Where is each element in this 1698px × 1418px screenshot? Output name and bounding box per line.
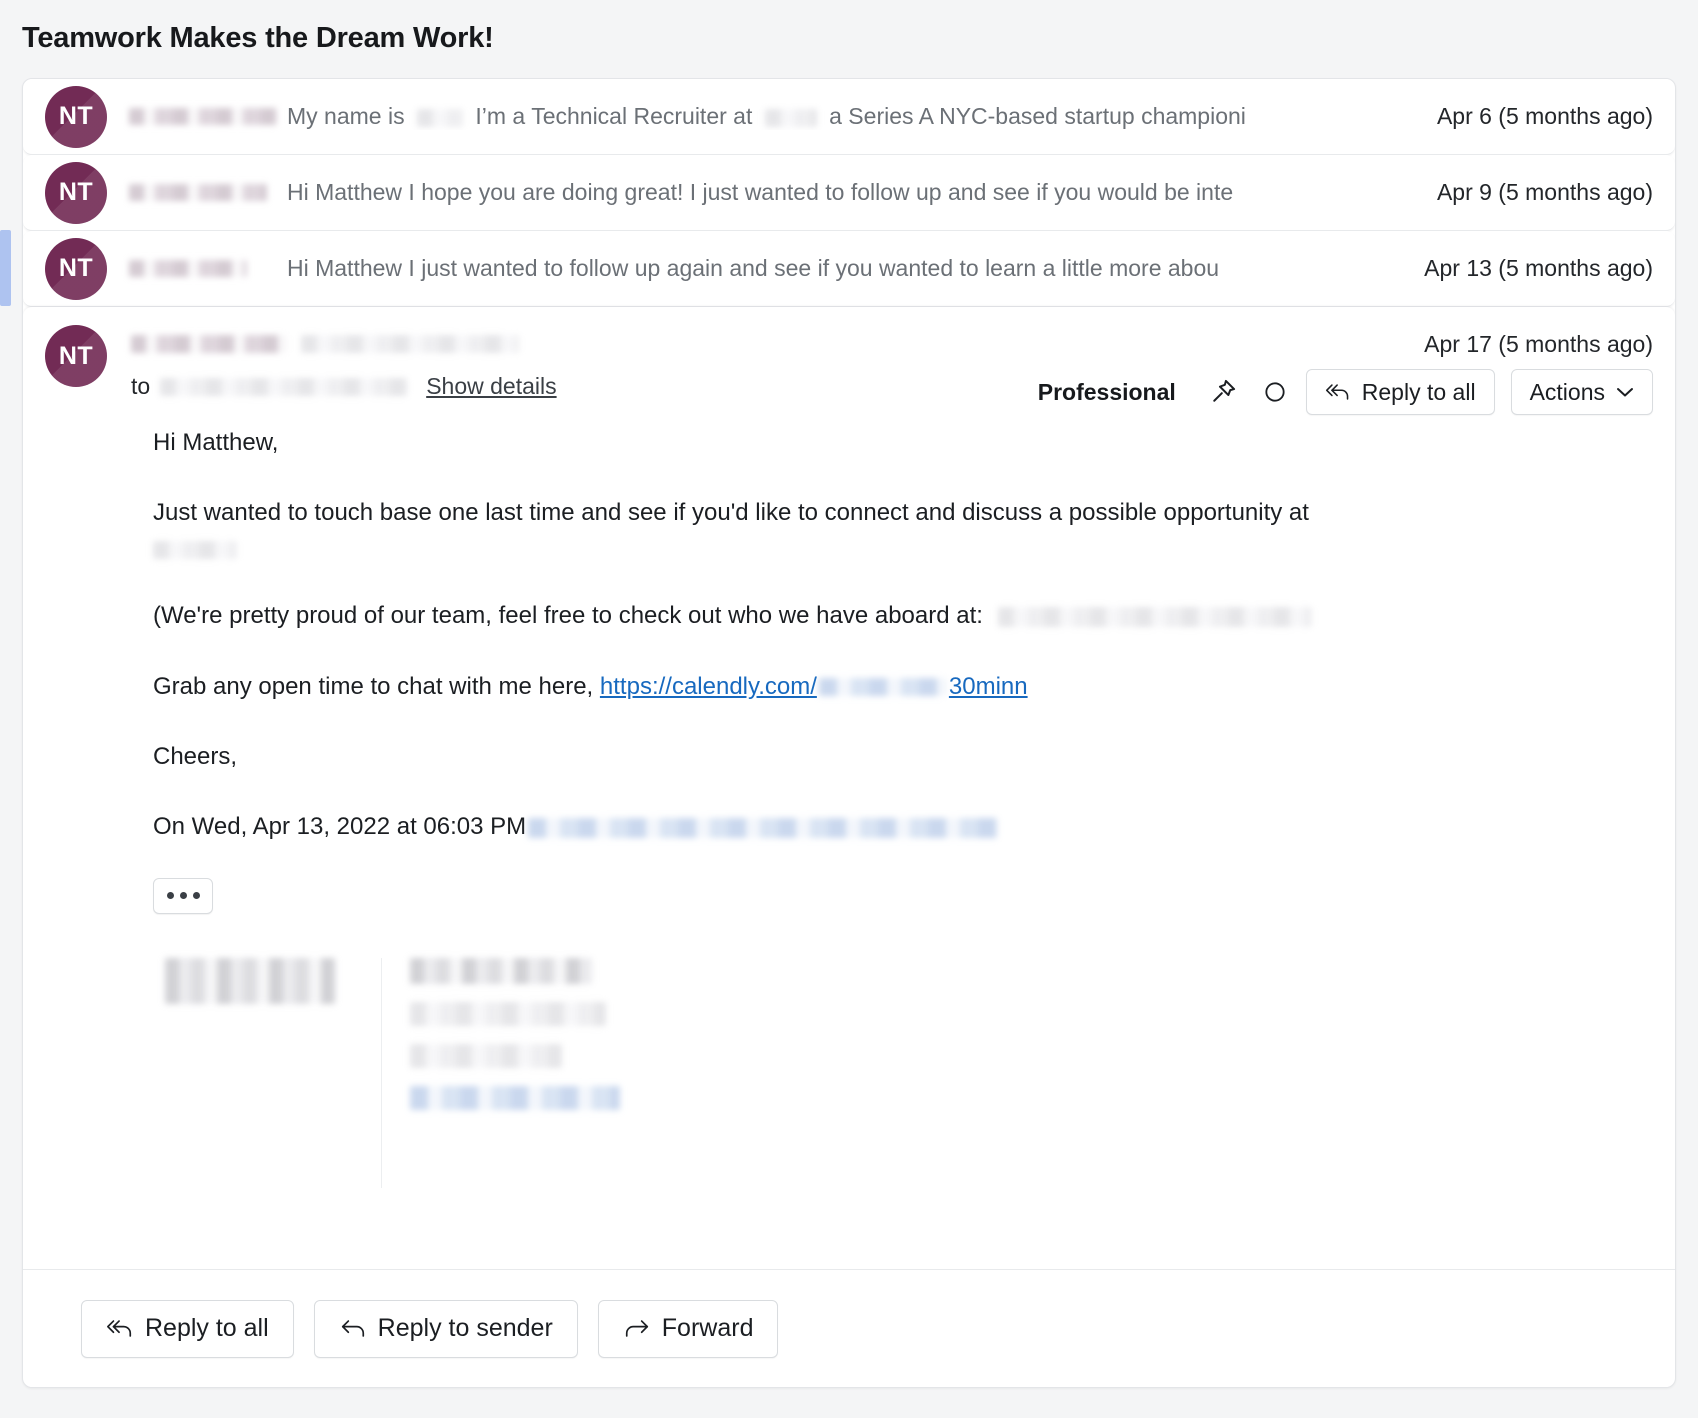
redaction-block — [410, 1043, 562, 1068]
redaction-block — [301, 335, 519, 353]
expanded-message-header: NT to Show details Apr 17 (5 months ago)… — [23, 307, 1675, 427]
sender-line — [131, 335, 519, 353]
pin-icon[interactable] — [1202, 371, 1244, 413]
forward-icon — [623, 1318, 651, 1339]
footer-reply-to-sender-label: Reply to sender — [377, 1314, 553, 1342]
avatar-initials: NT — [58, 102, 94, 130]
dot — [179, 892, 187, 900]
message-snippet: My name is I’m a Technical Recruiter at … — [287, 103, 1427, 130]
message-body: Hi Matthew, Just wanted to touch base on… — [23, 427, 1675, 1269]
email-thread-page: Teamwork Makes the Dream Work! NT My nam… — [0, 0, 1698, 1418]
redaction-block — [160, 377, 409, 396]
expanded-message: NT to Show details Apr 17 (5 months ago)… — [23, 307, 1675, 1387]
redaction-block — [129, 260, 247, 277]
redaction-block — [129, 108, 277, 125]
avatar: NT — [45, 325, 107, 387]
body-paragraph-3: Grab any open time to chat with me here,… — [153, 671, 1653, 703]
calendly-link[interactable]: https://calendly.com/30minn — [600, 673, 1028, 700]
actions-label: Actions — [1529, 378, 1605, 405]
snippet-text-part: a Series A NYC-based startup championi — [829, 103, 1246, 129]
reply-to-all-button[interactable]: Reply to all — [1305, 369, 1495, 415]
message-date: Apr 13 (5 months ago) — [1424, 255, 1653, 281]
recipient-line: to Show details — [131, 373, 557, 400]
redaction-block — [764, 108, 817, 127]
footer-reply-to-all-label: Reply to all — [145, 1314, 269, 1342]
signature-logo — [153, 957, 365, 1188]
category-tag[interactable]: Professional — [1038, 379, 1176, 406]
redaction-block — [416, 108, 463, 127]
sender-name-redacted — [129, 260, 279, 277]
expand-quoted-row — [153, 877, 1653, 914]
avatar: NT — [45, 237, 107, 300]
reply-to-all-label: Reply to all — [1361, 378, 1476, 405]
reply-all-icon — [1325, 382, 1351, 402]
body-paragraph-2: (We're pretty proud of our team, feel fr… — [153, 600, 1653, 632]
redaction-block — [153, 541, 237, 560]
body-greeting: Hi Matthew, — [153, 429, 279, 456]
thread-card: NT My name is I’m a Technical Recruiter … — [22, 78, 1676, 1388]
footer-reply-to-sender-button[interactable]: Reply to sender — [313, 1299, 578, 1358]
signature-details — [410, 957, 1653, 1188]
sender-name-redacted — [129, 184, 279, 201]
redaction-block — [129, 184, 267, 201]
avatar-initials: NT — [58, 178, 94, 206]
chevron-down-icon — [1616, 386, 1634, 398]
collapsed-message-row[interactable]: NT Hi Matthew I just wanted to follow up… — [23, 231, 1675, 307]
show-details-link[interactable]: Show details — [426, 373, 556, 400]
quoted-message-header: On Wed, Apr 13, 2022 at 06:03 PM — [153, 811, 1653, 843]
message-date: Apr 6 (5 months ago) — [1436, 103, 1653, 129]
snippet-text-part: My name is — [287, 103, 405, 129]
signature-divider — [381, 957, 382, 1188]
redaction-block — [410, 1001, 606, 1026]
actions-button[interactable]: Actions — [1510, 369, 1653, 415]
body-paragraph-1: Just wanted to touch base one last time … — [153, 497, 1653, 562]
expand-quoted-text-button[interactable] — [153, 877, 213, 914]
mark-unread-circle-icon[interactable] — [1254, 371, 1296, 413]
sender-name-redacted — [129, 108, 279, 125]
paragraph-text: (We're pretty proud of our team, feel fr… — [153, 602, 983, 630]
redaction-block — [131, 335, 287, 353]
message-actions-bar: Professional Reply to all Actions — [1038, 369, 1653, 415]
message-footer-actions: Reply to all Reply to sender Forward — [23, 1269, 1675, 1387]
link-text-start: https://calendly.com/ — [599, 672, 817, 700]
avatar: NT — [45, 161, 107, 224]
signature-block — [153, 957, 1653, 1188]
dot — [166, 892, 174, 900]
message-date: Apr 17 (5 months ago) — [1424, 331, 1653, 357]
footer-reply-to-all-button[interactable]: Reply to all — [81, 1299, 294, 1358]
message-snippet: Hi Matthew I hope you are doing great! I… — [287, 179, 1234, 205]
page-title: Teamwork Makes the Dream Work! — [22, 22, 494, 54]
reply-all-icon — [106, 1318, 134, 1339]
redaction-block — [410, 1085, 620, 1110]
footer-forward-button[interactable]: Forward — [597, 1299, 779, 1358]
redaction-block — [165, 957, 335, 1004]
redaction-block — [997, 606, 1312, 627]
paragraph-text: Just wanted to touch base one last time … — [153, 499, 1309, 527]
avatar-initials: NT — [58, 341, 94, 370]
body-signoff: Cheers, — [153, 742, 238, 770]
collapsed-message-row[interactable]: NT My name is I’m a Technical Recruiter … — [23, 79, 1675, 155]
to-label: to — [131, 373, 151, 399]
redaction-block — [410, 957, 592, 984]
unread-accent-bar — [0, 230, 11, 306]
footer-forward-label: Forward — [661, 1314, 754, 1342]
paragraph-text: Grab any open time to chat with me here, — [153, 672, 594, 700]
snippet-text-part: I’m a Technical Recruiter at — [475, 103, 753, 129]
dot — [192, 892, 200, 900]
reply-icon — [339, 1318, 367, 1339]
redaction-block — [818, 678, 947, 697]
redaction-block — [528, 818, 999, 838]
quote-header-text: On Wed, Apr 13, 2022 at 06:03 PM — [153, 813, 527, 841]
avatar: NT — [45, 85, 107, 148]
avatar-initials: NT — [58, 254, 94, 282]
collapsed-message-row[interactable]: NT Hi Matthew I hope you are doing great… — [23, 155, 1675, 231]
message-date: Apr 9 (5 months ago) — [1436, 179, 1653, 205]
message-snippet: Hi Matthew I just wanted to follow up ag… — [287, 255, 1220, 281]
link-text-end: 30minn — [948, 672, 1028, 700]
